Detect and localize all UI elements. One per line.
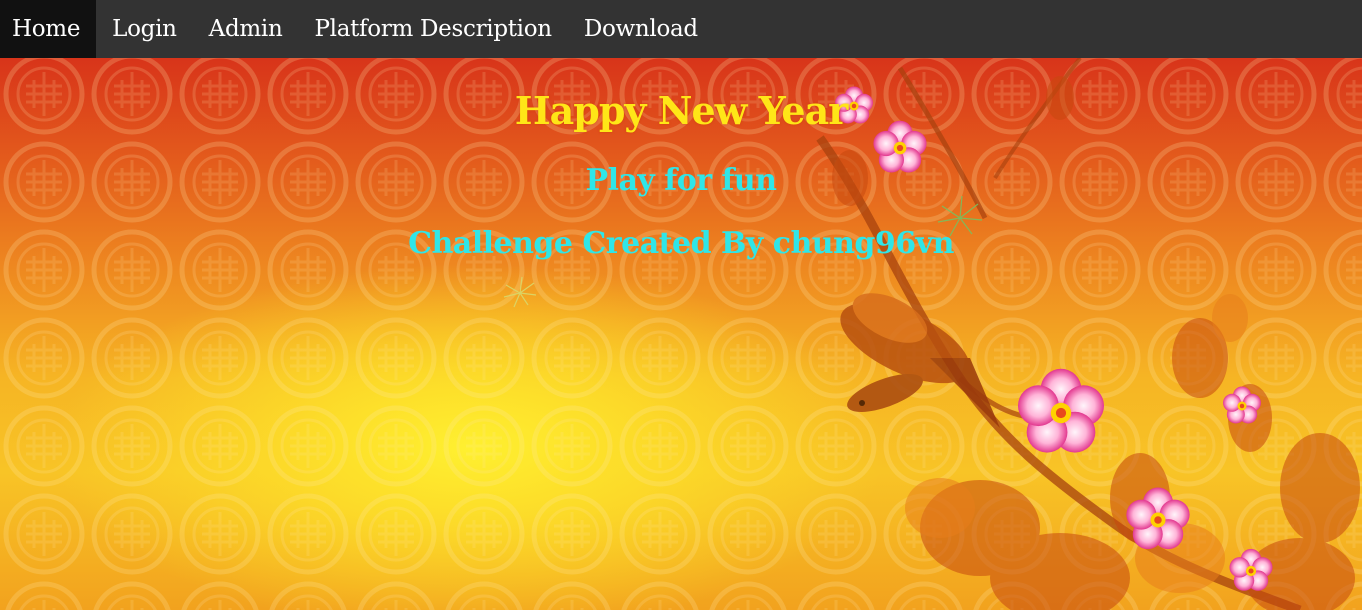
hero-banner: Happy New Year Play for fun Challenge Cr… [0,58,1362,610]
nav-admin[interactable]: Admin [193,0,299,58]
credit-line: Challenge Created By chung96vn [408,226,954,261]
nav-login[interactable]: Login [96,0,193,58]
page-title: Happy New Year [514,88,848,133]
tagline: Play for fun [585,163,777,198]
nav-home[interactable]: Home [0,0,97,58]
background-illustration [0,58,1362,610]
nav-download[interactable]: Download [568,0,714,58]
nav-platform-description[interactable]: Platform Description [298,0,567,58]
top-navbar: Home Login Admin Platform Description Do… [0,0,1362,58]
